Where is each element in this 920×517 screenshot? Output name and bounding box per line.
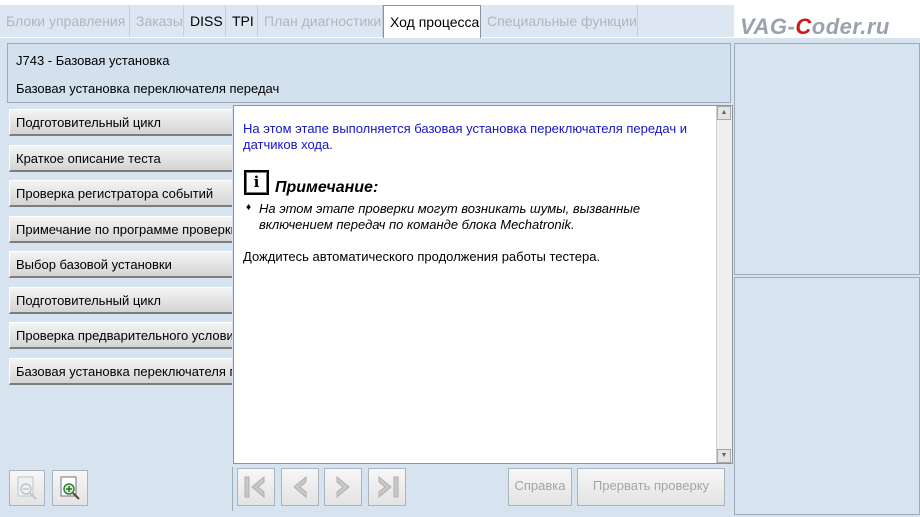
zoom-in-icon [60,476,80,500]
chevron-right-icon [336,475,350,499]
tab-progress[interactable]: Ход процесса [383,5,481,38]
instruction-intro: На этом этапе выполняется базовая устано… [243,121,687,152]
tab-bar: Блоки управления Заказы DISS TPI План ди… [0,0,920,39]
procedure-subtitle: Базовая установка переключателя передач [16,81,280,96]
wait-message: Дождитесь автоматического продолжения ра… [243,249,601,264]
step-item[interactable]: Примечание по программе проверки [9,216,232,243]
skip-last-icon [378,475,399,499]
bottom-toolbar: Справка Прервать проверку [0,465,734,517]
procedure-header: J743 - Базовая установка Базовая установ… [7,43,731,103]
right-panel-top [734,43,920,275]
step-item[interactable]: Проверка предварительного условия [9,322,232,349]
step-list: Подготовительный цикл Краткое описание т… [7,105,232,464]
right-panel-bottom [734,277,920,515]
step-item-current[interactable]: Базовая установка переключателя передач [9,358,232,385]
step-item[interactable]: Проверка регистратора событий [9,180,232,207]
tab-tpi[interactable]: TPI [226,5,258,37]
step-item[interactable]: Краткое описание теста [9,145,232,172]
toolbar-divider [232,467,233,511]
zoom-out-button[interactable] [9,470,45,506]
tab-special-functions[interactable]: Специальные функции [481,5,638,37]
bullet-icon: ♦ [246,202,252,213]
zoom-out-icon [17,476,37,500]
skip-first-icon [244,475,265,499]
watermark-logo: VAG-Coder.ru [740,14,890,39]
procedure-title: J743 - Базовая установка [16,53,170,68]
scroll-up-icon[interactable]: ▲ [717,106,731,120]
info-icon-glyph: i [246,172,267,193]
tab-orders[interactable]: Заказы [130,5,184,37]
note-title: Примечание: [275,179,379,196]
zoom-in-button[interactable] [52,470,88,506]
vertical-scrollbar[interactable]: ▲ ▼ [716,106,732,463]
last-step-button[interactable] [368,468,406,506]
previous-step-button[interactable] [281,468,319,506]
tab-diagnostic-plan[interactable]: План диагностики [258,5,383,37]
step-item[interactable]: Выбор базовой установки [9,251,232,278]
scroll-down-icon[interactable]: ▼ [717,449,731,463]
chevron-left-icon [293,475,307,499]
next-step-button[interactable] [324,468,362,506]
step-item[interactable]: Подготовительный цикл [9,109,232,136]
help-button[interactable]: Справка [508,468,572,506]
instruction-pane: На этом этапе выполняется базовая устано… [233,105,733,464]
note-text: На этом этапе проверки могут возникать ш… [259,201,641,232]
step-item[interactable]: Подготовительный цикл [9,287,232,314]
tab-control-units[interactable]: Блоки управления [0,5,130,37]
tab-diss[interactable]: DISS [184,5,226,37]
info-icon: i [244,170,269,195]
abort-test-button[interactable]: Прервать проверку [577,468,725,506]
first-step-button[interactable] [237,468,275,506]
